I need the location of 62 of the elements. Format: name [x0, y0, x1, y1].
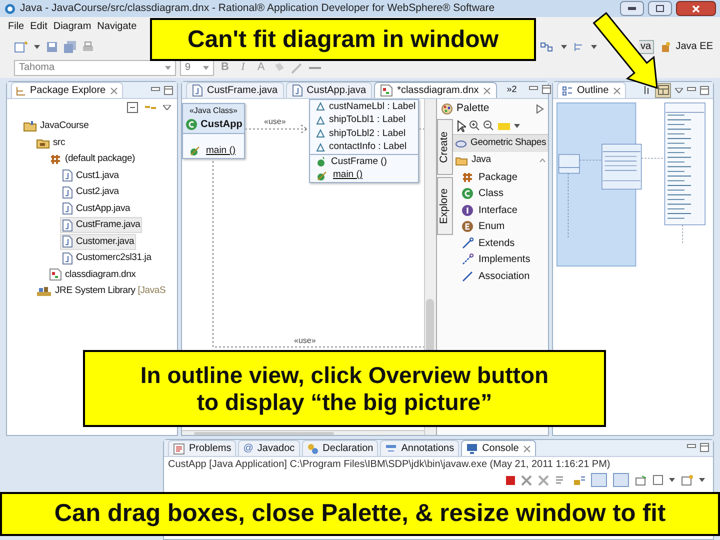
view-tab[interactable]: Package Explore — [11, 82, 123, 98]
view-tab[interactable]: Outline — [557, 82, 626, 98]
tree-item[interactable]: Cust1.java — [60, 168, 121, 184]
at-sign-icon: @ — [243, 441, 254, 456]
editor-tab[interactable]: CustFrame.java — [186, 82, 284, 98]
perspective-button[interactable]: va — [638, 40, 654, 54]
class-member: main () — [333, 168, 363, 182]
menu-item[interactable]: File — [8, 19, 24, 34]
class-name: CustApp — [200, 118, 242, 132]
tree-item[interactable]: CustFrame.java — [60, 217, 142, 234]
stereotype-label: «use» — [264, 116, 286, 128]
class-member: CustFrame () — [331, 154, 387, 169]
palette-drawer-tab[interactable]: Create — [436, 119, 453, 175]
palette-title: Palette — [456, 101, 490, 116]
palette-tool[interactable]: Implements — [452, 252, 548, 268]
class-member: contactInfo : Label — [329, 140, 407, 154]
palette-tool[interactable]: Interface — [452, 202, 548, 218]
class-member: custNameLbl : Label — [329, 100, 416, 114]
palette-tool[interactable]: Class — [452, 186, 548, 202]
tree-item[interactable]: Cust2.java — [60, 184, 121, 200]
tree-item[interactable]: classdiagram.dnx — [47, 266, 138, 283]
tab-label: Outline — [577, 84, 609, 98]
class-member: main () — [206, 144, 236, 158]
console-process-line: CustApp [Java Application] C:\Program Files\IBM\SDP\jdk\bin\javaw.exe (May 21, 2011 1:16:21 PM) — [167, 458, 612, 472]
tree-item[interactable]: (default package) — [47, 151, 138, 168]
callout-text: In outline view, click Overview button to display “the big picture” — [140, 362, 549, 415]
editor-tab[interactable]: *classdiagram.dnx — [374, 82, 497, 98]
view-tab[interactable]: Problems — [168, 440, 236, 456]
class-box[interactable]: custNameLbl : Label shipToLbl1 : Label shipToLbl2 : Label contactInfo : Label CustFrame () main () — [309, 99, 419, 183]
palette-drawer-tab[interactable]: Explore — [436, 177, 453, 235]
palette-tool[interactable]: Enum — [452, 218, 548, 235]
class-member: shipToLbl1 : Label — [329, 113, 406, 128]
callout-text: Can't fit diagram in window — [187, 26, 499, 54]
tree-item[interactable]: JRE System Library [JavaS — [34, 283, 168, 300]
editor-tab[interactable]: CustApp.java — [286, 82, 372, 98]
palette-tool[interactable]: Package — [452, 169, 548, 186]
class-box[interactable]: «Java Class» CustApp main () — [182, 103, 245, 158]
tab-label: Package Explore — [30, 84, 106, 98]
palette-drawer[interactable]: Geometric Shapes — [452, 135, 548, 152]
window-title: Java - JavaCourse/src/classdiagram.dnx - Rational® Application Developer for WebSphere® Software — [20, 0, 495, 16]
palette-drawer[interactable]: Java — [452, 152, 548, 169]
stereotype-label: «Java Class» — [189, 105, 238, 117]
tree-item[interactable]: CustApp.java — [60, 200, 132, 217]
tree-item[interactable]: Customerc2sl31.ja — [60, 250, 154, 266]
view-tab[interactable]: @ Javadoc — [238, 440, 300, 456]
palette-tool[interactable]: Extends — [452, 235, 548, 252]
view-tab[interactable]: Console — [461, 440, 536, 456]
palette-tool[interactable]: Association — [452, 268, 548, 284]
font-dropdown[interactable]: Tahoma — [14, 60, 176, 76]
tree-item[interactable]: JavaCourse — [21, 118, 91, 134]
perspective-button[interactable]: Java EE — [656, 40, 717, 54]
menu-item[interactable]: Edit — [30, 19, 48, 34]
class-member: shipToLbl2 : Label — [329, 126, 406, 141]
view-tab[interactable]: Annotations — [380, 440, 460, 456]
tab-overflow-button[interactable]: »2 — [498, 82, 525, 96]
callout-text: Can drag boxes, close Palette, & resize window to fit — [54, 500, 666, 528]
tree-item[interactable]: Customer.java — [60, 234, 136, 250]
menu-item[interactable]: Navigate — [97, 19, 137, 34]
view-tab[interactable]: Declaration — [302, 440, 378, 456]
menu-item[interactable]: Diagram — [53, 19, 92, 34]
tree-item[interactable]: src — [34, 134, 68, 151]
stereotype-label: «use» — [294, 335, 316, 347]
